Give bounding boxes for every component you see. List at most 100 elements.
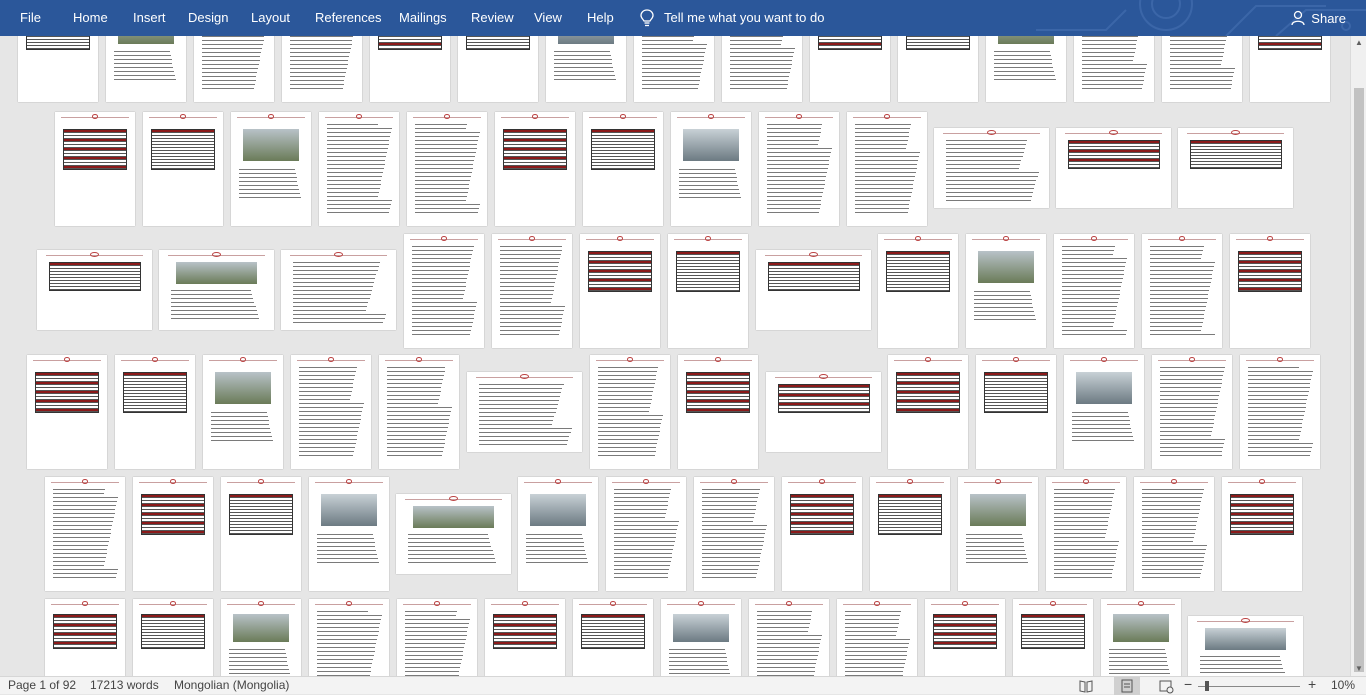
page-thumbnail[interactable] — [986, 36, 1066, 102]
page-thumbnail[interactable] — [671, 112, 751, 226]
page-thumbnail[interactable] — [458, 36, 538, 102]
language-indicator[interactable]: Mongolian (Mongolia) — [174, 678, 289, 692]
scroll-up-icon[interactable]: ▲ — [1351, 36, 1366, 50]
page-thumbnail[interactable] — [495, 112, 575, 226]
page-thumbnail[interactable] — [958, 477, 1038, 591]
page-thumbnail[interactable] — [1054, 234, 1134, 348]
page-thumbnail[interactable] — [898, 36, 978, 102]
page-thumbnail[interactable] — [1222, 477, 1302, 591]
page-thumbnail[interactable] — [221, 599, 301, 676]
page-thumbnail[interactable] — [231, 112, 311, 226]
page-thumbnail[interactable] — [847, 112, 927, 226]
page-thumbnail[interactable] — [1134, 477, 1214, 591]
tab-references[interactable]: References — [315, 0, 381, 36]
zoom-in-icon[interactable]: + — [1308, 676, 1316, 692]
page-thumbnail[interactable] — [634, 36, 714, 102]
page-thumbnail[interactable] — [397, 599, 477, 676]
page-thumbnail[interactable] — [45, 477, 125, 591]
page-thumbnail[interactable] — [281, 250, 396, 330]
page-thumbnail[interactable] — [1162, 36, 1242, 102]
tab-file[interactable]: File — [20, 0, 41, 36]
word-count[interactable]: 17213 words — [90, 678, 159, 692]
page-thumbnail[interactable] — [1064, 355, 1144, 469]
tab-home[interactable]: Home — [73, 0, 108, 36]
scroll-down-icon[interactable]: ▼ — [1351, 662, 1366, 676]
page-thumbnail[interactable] — [55, 112, 135, 226]
zoom-slider[interactable] — [1198, 677, 1300, 695]
page-thumbnail[interactable] — [1056, 128, 1171, 208]
tab-review[interactable]: Review — [471, 0, 514, 36]
page-thumbnail[interactable] — [27, 355, 107, 469]
read-mode-icon[interactable] — [1078, 677, 1094, 695]
web-layout-icon[interactable] — [1158, 677, 1174, 695]
page-thumbnail[interactable] — [888, 355, 968, 469]
page-thumbnail[interactable] — [106, 36, 186, 102]
page-thumbnail[interactable] — [492, 234, 572, 348]
page-thumbnail[interactable] — [396, 494, 511, 574]
page-thumbnail[interactable] — [37, 250, 152, 330]
zoom-level[interactable]: 10% — [1331, 678, 1355, 692]
page-thumbnail[interactable] — [291, 355, 371, 469]
page-thumbnail[interactable] — [1152, 355, 1232, 469]
page-thumbnail[interactable] — [45, 599, 125, 676]
page-thumbnail[interactable] — [749, 599, 829, 676]
page-thumbnail[interactable] — [934, 128, 1049, 208]
page-thumbnail[interactable] — [319, 112, 399, 226]
page-thumbnail[interactable] — [133, 599, 213, 676]
page-thumbnail[interactable] — [115, 355, 195, 469]
page-thumbnail[interactable] — [370, 36, 450, 102]
page-thumbnail[interactable] — [1142, 234, 1222, 348]
page-thumbnail[interactable] — [722, 36, 802, 102]
tab-insert[interactable]: Insert — [133, 0, 166, 36]
vertical-scrollbar[interactable]: ▲ ▼ — [1350, 36, 1366, 676]
page-thumbnail[interactable] — [1188, 616, 1303, 676]
page-thumbnail[interactable] — [976, 355, 1056, 469]
page-thumbnail[interactable] — [837, 599, 917, 676]
tab-help[interactable]: Help — [587, 0, 614, 36]
page-thumbnail[interactable] — [1101, 599, 1181, 676]
page-count[interactable]: Page 1 of 92 — [8, 678, 76, 692]
page-thumbnail[interactable] — [1013, 599, 1093, 676]
page-thumbnail[interactable] — [194, 36, 274, 102]
page-thumbnail[interactable] — [580, 234, 660, 348]
page-thumbnail[interactable] — [678, 355, 758, 469]
share-button[interactable]: Share — [1291, 0, 1346, 36]
page-thumbnail[interactable] — [18, 36, 98, 102]
page-thumbnail[interactable] — [404, 234, 484, 348]
page-thumbnail[interactable] — [467, 372, 582, 452]
print-layout-icon[interactable] — [1119, 677, 1135, 695]
page-thumbnail[interactable] — [583, 112, 663, 226]
page-thumbnail[interactable] — [870, 477, 950, 591]
scroll-thumb[interactable] — [1354, 88, 1364, 672]
page-thumbnail[interactable] — [133, 477, 213, 591]
page-thumbnail[interactable] — [925, 599, 1005, 676]
page-thumbnail[interactable] — [159, 250, 274, 330]
page-thumbnail[interactable] — [1178, 128, 1293, 208]
page-thumbnail[interactable] — [1250, 36, 1330, 102]
page-thumbnail[interactable] — [756, 250, 871, 330]
page-thumbnail[interactable] — [1046, 477, 1126, 591]
page-thumbnail[interactable] — [606, 477, 686, 591]
tell-me-search[interactable]: Tell me what you want to do — [640, 0, 824, 36]
page-thumbnail[interactable] — [203, 355, 283, 469]
page-thumbnail[interactable] — [221, 477, 301, 591]
page-thumbnail[interactable] — [282, 36, 362, 102]
tab-layout[interactable]: Layout — [251, 0, 290, 36]
page-thumbnail[interactable] — [1230, 234, 1310, 348]
page-thumbnail[interactable] — [782, 477, 862, 591]
page-thumbnail[interactable] — [878, 234, 958, 348]
tab-view[interactable]: View — [534, 0, 562, 36]
page-thumbnail[interactable] — [546, 36, 626, 102]
tab-mailings[interactable]: Mailings — [399, 0, 447, 36]
page-thumbnail[interactable] — [661, 599, 741, 676]
zoom-out-icon[interactable]: − — [1184, 676, 1192, 692]
page-thumbnail[interactable] — [810, 36, 890, 102]
page-thumbnail[interactable] — [590, 355, 670, 469]
page-thumbnail[interactable] — [309, 599, 389, 676]
page-thumbnail[interactable] — [766, 372, 881, 452]
page-thumbnail[interactable] — [407, 112, 487, 226]
multi-page-view[interactable] — [0, 36, 1350, 676]
page-thumbnail[interactable] — [518, 477, 598, 591]
page-thumbnail[interactable] — [485, 599, 565, 676]
page-thumbnail[interactable] — [309, 477, 389, 591]
